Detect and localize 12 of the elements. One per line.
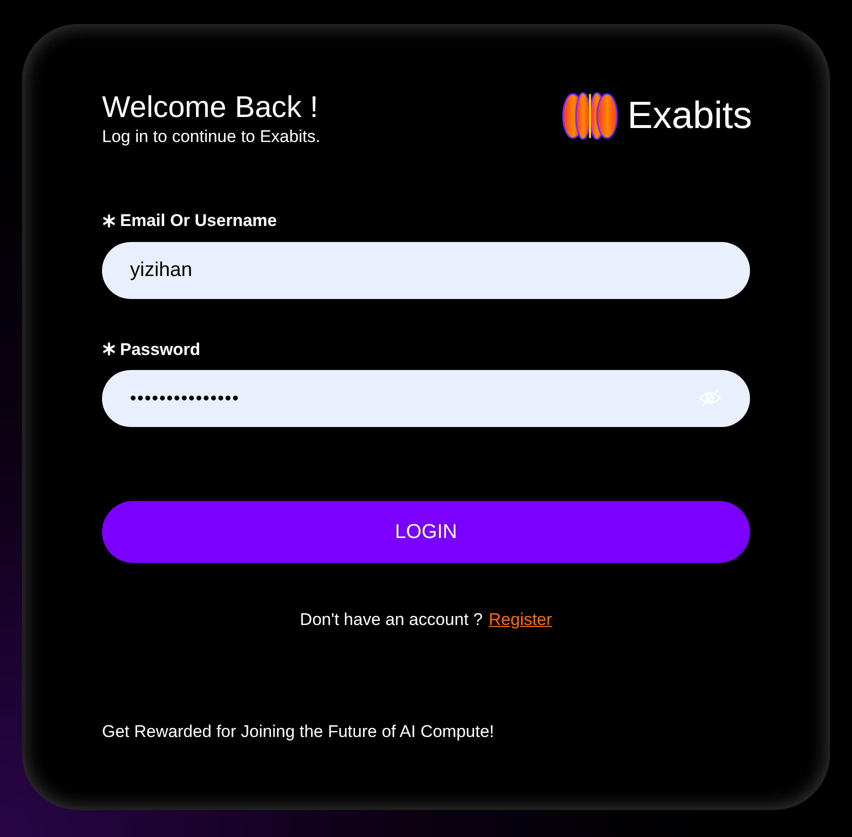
logo-icon	[561, 92, 620, 140]
login-button[interactable]: LOGIN	[102, 501, 750, 563]
welcome-title: Welcome Back !	[102, 90, 320, 126]
register-link[interactable]: Register	[488, 607, 552, 632]
field-label: Email Or Username	[120, 210, 277, 232]
username-field[interactable]: yizihan	[102, 242, 750, 298]
brand-name: Exabits	[627, 94, 752, 138]
field-label: Password	[120, 338, 200, 360]
register-prompt: Don't have an account ?	[300, 609, 483, 631]
welcome-subtitle: Log in to continue to Exabits.	[102, 126, 320, 148]
password-field[interactable]: •••••••••••••••	[102, 370, 750, 427]
footer-tagline: Get Rewarded for Joining the Future of AI Compute!	[102, 720, 496, 742]
